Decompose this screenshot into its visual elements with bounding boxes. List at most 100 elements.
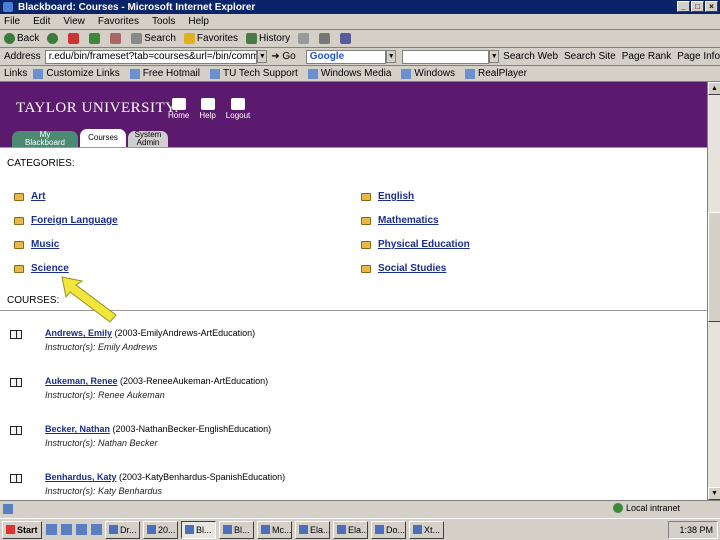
window-icon [109,525,118,534]
favorites-button[interactable]: Favorites [183,33,238,44]
course-code: (2003-EmilyAndrews-ArtEducation) [114,328,256,338]
book-icon [10,426,22,435]
vertical-scrollbar[interactable]: ▲ ▼ [707,82,720,500]
scroll-down-button[interactable]: ▼ [708,487,720,500]
scroll-thumb[interactable] [708,212,720,322]
menu-view[interactable]: View [63,16,85,27]
course-code: (2003-KatyBenhardus-SpanishEducation) [119,472,286,482]
category-mathematics[interactable]: Mathematics [361,215,439,226]
course-instructor: Instructor(s): Renee Aukeman [45,390,165,400]
link-windows[interactable]: Windows [401,68,455,79]
history-button[interactable]: History [246,33,290,44]
link-tech-support[interactable]: TU Tech Support [209,68,298,79]
folder-icon [361,240,371,249]
category-art[interactable]: Art [14,191,45,202]
taskbar-item[interactable]: Xt... [409,520,444,539]
taskbar-item[interactable]: Bl... [219,520,254,539]
back-button[interactable]: Back [4,33,39,44]
quicklaunch-media-icon[interactable] [91,524,102,535]
go-button[interactable]: ➜ Go [271,51,296,62]
menu-bar: File Edit View Favorites Tools Help [0,14,720,30]
taskbar-item[interactable]: Ela... [333,520,368,539]
home-link[interactable]: Home [168,98,189,120]
window-icon [413,525,422,534]
link-customize[interactable]: Customize Links [33,68,120,79]
logout-icon [231,98,246,110]
page-icon [33,68,44,79]
help-link[interactable]: Help [199,98,216,120]
category-physical-education[interactable]: Physical Education [361,239,470,250]
taskbar-item[interactable]: 20... [143,520,178,539]
window-title: Blackboard: Courses - Microsoft Internet… [18,1,256,13]
maximize-button[interactable]: □ [691,1,704,12]
category-music[interactable]: Music [14,239,59,250]
refresh-button[interactable] [89,33,102,44]
folder-icon [14,264,24,273]
main-tabs: My Blackboard Courses System Admin [12,129,168,147]
category-english[interactable]: English [361,191,414,202]
edit-button[interactable] [340,33,353,44]
taskbar-item[interactable]: Dr... [105,520,140,539]
address-label: Address [4,51,41,62]
tab-my-blackboard[interactable]: My Blackboard [12,131,78,147]
course-link[interactable]: Becker, Nathan [45,424,110,434]
taskbar-item-active[interactable]: Bl... [181,520,216,539]
page-rank-indicator[interactable]: Page Rank [622,51,671,62]
print-button[interactable] [319,33,332,44]
stop-icon [68,33,80,44]
link-windows-media[interactable]: Windows Media [307,68,391,79]
address-dropdown[interactable]: ▼ [257,50,268,63]
forward-button[interactable] [47,33,60,44]
home-button[interactable] [110,33,123,44]
close-button[interactable]: × [705,1,718,12]
taskbar-item[interactable]: Mc... [257,520,292,539]
print-icon [319,33,331,44]
menu-tools[interactable]: Tools [152,16,175,27]
search-button[interactable]: Search [131,33,176,44]
window-icon [375,525,384,534]
window-icon [261,525,270,534]
category-social-studies[interactable]: Social Studies [361,263,446,274]
start-button[interactable]: Start [2,520,42,539]
menu-help[interactable]: Help [188,16,209,27]
minimize-button[interactable]: _ [677,1,690,12]
course-link[interactable]: Aukeman, Renee [45,376,118,386]
window-icon [299,525,308,534]
address-input[interactable]: r.edu/bin/frameset?tab=courses&url=/bin/… [44,49,258,64]
google-search-input[interactable] [402,49,490,64]
category-science[interactable]: Science [14,263,69,274]
google-dropdown[interactable]: ▼ [386,50,397,63]
taskbar-item[interactable]: Ela... [295,520,330,539]
quicklaunch-desktop-icon[interactable] [76,524,87,535]
category-foreign-language[interactable]: Foreign Language [14,215,118,226]
page-icon [307,68,318,79]
mail-button[interactable] [298,33,311,44]
scroll-up-button[interactable]: ▲ [708,82,720,95]
search-web-button[interactable]: Search Web [503,51,558,62]
menu-favorites[interactable]: Favorites [98,16,139,27]
link-hotmail[interactable]: Free Hotmail [129,68,200,79]
search-site-button[interactable]: Search Site [564,51,616,62]
course-link[interactable]: Andrews, Emily [45,328,112,338]
quicklaunch-outlook-icon[interactable] [61,524,72,535]
menu-file[interactable]: File [4,16,20,27]
tab-courses[interactable]: Courses [80,129,126,147]
clock[interactable]: 1:38 PM [679,525,713,535]
google-search-dropdown[interactable]: ▼ [489,50,500,63]
stop-button[interactable] [68,33,81,44]
taskbar: Start Dr... 20... Bl... Bl... Mc... Ela.… [0,518,720,540]
folder-icon [14,192,24,201]
taskbar-item[interactable]: Do... [371,520,406,539]
standard-toolbar: Back Search Favorites History [0,30,720,48]
logout-link[interactable]: Logout [226,98,250,120]
course-link[interactable]: Benhardus, Katy [45,472,117,482]
quicklaunch-ie-icon[interactable] [46,524,57,535]
forward-arrow-icon [47,33,59,44]
window-controls: _ □ × [677,1,718,12]
page-icon [401,68,412,79]
link-realplayer[interactable]: RealPlayer [465,68,527,79]
menu-edit[interactable]: Edit [33,16,50,27]
page-info-button[interactable]: Page Info [677,51,720,62]
tab-system-admin[interactable]: System Admin [128,131,168,147]
folder-icon [14,216,24,225]
